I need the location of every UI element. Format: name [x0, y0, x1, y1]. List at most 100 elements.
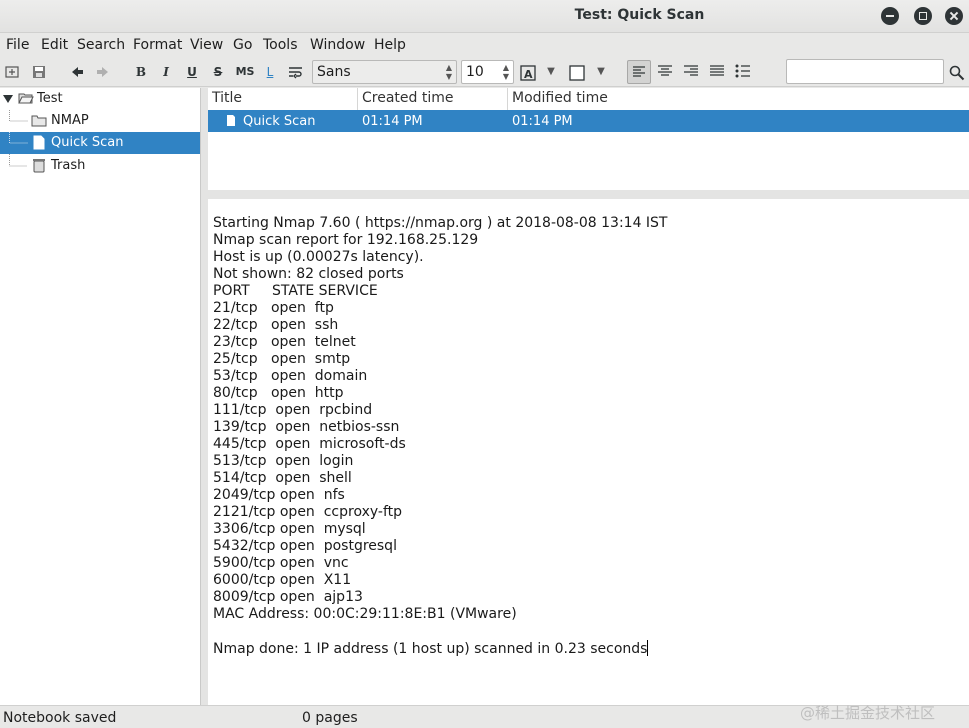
editor-line: Starting Nmap 7.60 ( https://nmap.org ) … — [213, 215, 668, 231]
editor-line: 23/tcp open telnet — [213, 334, 356, 350]
editor-line: 445/tcp open microsoft-ds — [213, 436, 406, 452]
editor-line: 2121/tcp open ccproxy-ftp — [213, 504, 403, 520]
editor-line-text: Nmap done: 1 IP address (1 host up) scan… — [213, 641, 648, 657]
close-button[interactable] — [945, 7, 963, 25]
tree-item-label: NMAP — [51, 113, 89, 128]
editor-line: 53/tcp open domain — [213, 368, 368, 384]
editor-line: 22/tcp open ssh — [213, 317, 339, 333]
align-center-icon[interactable] — [653, 60, 677, 84]
editor-line: Nmap scan report for 192.168.25.129 — [213, 232, 479, 248]
monospace-icon[interactable]: MS — [234, 62, 256, 82]
page-list: Title Created time Modified time Quick S… — [208, 88, 969, 190]
spin-arrows-icon: ▲ ▼ — [445, 63, 452, 81]
font-family-value: Sans — [317, 64, 351, 80]
editor-line: 80/tcp open http — [213, 385, 344, 401]
italic-icon[interactable]: I — [158, 62, 174, 82]
background-color-icon[interactable] — [568, 62, 586, 82]
wrap-icon[interactable] — [287, 62, 305, 82]
text-caret — [647, 640, 649, 656]
menu-view[interactable]: View — [190, 37, 223, 53]
editor-line: 5900/tcp open vnc — [213, 555, 349, 571]
column-header-created[interactable]: Created time — [358, 88, 508, 110]
tree-item-quick-scan[interactable]: Quick Scan — [0, 132, 200, 154]
editor-line: Host is up (0.00027s latency). — [213, 249, 424, 265]
save-icon[interactable] — [31, 62, 47, 82]
editor-line: 3306/tcp open mysql — [213, 521, 366, 537]
strikethrough-icon[interactable]: S — [210, 62, 226, 82]
editor-line-last: Nmap done: 1 IP address (1 host up) scan… — [213, 640, 649, 657]
text-color-dropdown-icon[interactable]: ▼ — [544, 62, 558, 82]
menu-edit[interactable]: Edit — [41, 37, 68, 53]
editor-line: 6000/tcp open X11 — [213, 572, 352, 588]
notebook-tree: Test NMAP Quick Scan Trash — [0, 88, 201, 705]
bullet-list-icon[interactable] — [731, 60, 755, 84]
tree-line-icon — [9, 110, 28, 122]
page-icon — [33, 135, 45, 150]
editor-line: 139/tcp open netbios-ssn — [213, 419, 400, 435]
tree-line-icon — [9, 132, 28, 144]
editor-line: 5432/tcp open postgresql — [213, 538, 397, 554]
spin-arrows-icon: ▲ ▼ — [502, 63, 509, 81]
new-notebook-icon[interactable] — [4, 62, 20, 82]
page-editor[interactable]: Starting Nmap 7.60 ( https://nmap.org ) … — [208, 199, 969, 705]
tree-item-label: Trash — [51, 158, 86, 173]
minimize-button[interactable] — [881, 7, 899, 25]
open-folder-icon — [18, 93, 34, 104]
editor-line: 8009/tcp open ajp13 — [213, 589, 363, 605]
tree-item-label: Quick Scan — [51, 135, 124, 150]
search-icon[interactable] — [948, 62, 966, 82]
editor-line: 514/tcp open shell — [213, 470, 352, 486]
menu-window[interactable]: Window — [310, 37, 365, 53]
justify-icon[interactable] — [705, 60, 729, 84]
link-icon[interactable]: L — [262, 62, 278, 82]
vertical-splitter[interactable] — [201, 88, 208, 705]
window-title: Test: Quick Scan — [574, 7, 705, 23]
align-right-icon[interactable] — [679, 60, 703, 84]
tree-item-trash[interactable]: Trash — [0, 154, 200, 177]
page-count: 0 pages — [302, 710, 358, 726]
tree-root-label: Test — [37, 91, 63, 106]
trash-icon — [33, 159, 45, 173]
forward-arrow-icon[interactable] — [95, 62, 111, 82]
horizontal-splitter[interactable] — [208, 190, 969, 199]
cell-created: 01:14 PM — [362, 114, 423, 129]
tree-item-test[interactable]: Test — [0, 88, 200, 110]
editor-line: 111/tcp open rpcbind — [213, 402, 373, 418]
bold-icon[interactable]: B — [133, 62, 149, 82]
watermark: @稀土掘金技术社区 — [800, 704, 936, 722]
cell-title: Quick Scan — [243, 114, 316, 129]
editor-line: 513/tcp open login — [213, 453, 354, 469]
editor-line: Not shown: 82 closed ports — [213, 266, 404, 282]
maximize-button[interactable] — [914, 7, 932, 25]
font-family-select[interactable]: Sans ▲ ▼ — [312, 60, 457, 84]
folder-icon — [31, 115, 47, 127]
menu-bar: File Edit Search Format View Go Tools Wi… — [0, 33, 969, 57]
align-left-icon[interactable] — [627, 60, 651, 84]
menu-help[interactable]: Help — [374, 37, 406, 53]
menu-format[interactable]: Format — [133, 37, 182, 53]
expand-arrow-icon[interactable] — [3, 94, 13, 104]
text-color-icon[interactable]: A — [519, 62, 537, 82]
editor-line: MAC Address: 00:0C:29:11:8E:B1 (VMware) — [213, 606, 517, 622]
menu-go[interactable]: Go — [233, 37, 252, 53]
back-arrow-icon[interactable] — [69, 62, 85, 82]
menu-file[interactable]: File — [6, 37, 29, 53]
search-input[interactable] — [786, 59, 944, 84]
cell-modified: 01:14 PM — [512, 114, 573, 129]
tree-line-icon — [9, 154, 28, 167]
svg-text:A: A — [524, 68, 533, 81]
page-icon — [227, 115, 235, 126]
tree-item-nmap[interactable]: NMAP — [0, 110, 200, 132]
background-color-dropdown-icon[interactable]: ▼ — [594, 62, 608, 82]
menu-tools[interactable]: Tools — [263, 37, 298, 53]
font-size-spinner[interactable]: 10 ▲ ▼ — [461, 60, 514, 84]
font-size-value: 10 — [466, 64, 484, 80]
column-header-title[interactable]: Title — [208, 88, 358, 110]
editor-line: PORT STATE SERVICE — [213, 283, 378, 299]
status-message: Notebook saved — [3, 710, 117, 726]
underline-icon[interactable]: U — [184, 62, 200, 82]
editor-line: 21/tcp open ftp — [213, 300, 334, 316]
table-row[interactable]: Quick Scan 01:14 PM 01:14 PM — [208, 110, 969, 132]
menu-search[interactable]: Search — [77, 37, 125, 53]
column-header-modified[interactable]: Modified time — [508, 88, 969, 110]
